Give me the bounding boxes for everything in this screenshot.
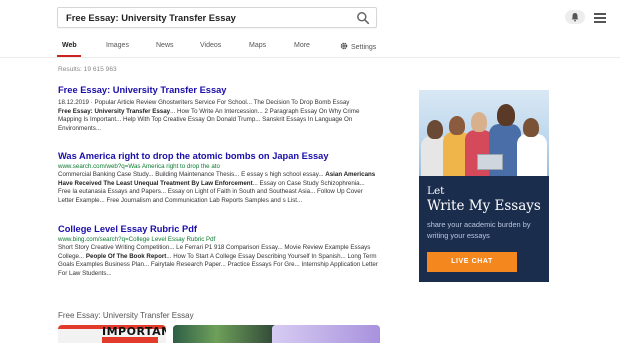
menu-icon[interactable] [594,13,606,23]
result-url[interactable]: www.bing.com/search?q=College Level Essa… [58,236,378,243]
result-snippet: Commercial Banking Case Study... Buildin… [58,171,378,205]
tab-more[interactable]: More [294,42,310,49]
search-result: College Level Essay Rubric Pdf www.bing.… [58,224,378,278]
related-image-thumb[interactable]: IMPORTANT [58,325,166,343]
live-chat-button[interactable]: LIVE CHAT [427,252,517,272]
active-tab-indicator [57,55,81,57]
result-url[interactable]: www.search.com/web?q=Was America right t… [58,163,378,170]
results-count: Results: 19 615 963 [58,66,117,73]
bell-icon[interactable] [565,10,585,24]
tab-settings-label: Settings [351,44,377,51]
search-query[interactable]: Free Essay: University Transfer Essay [66,12,236,23]
snippet-text: 18.12.2019 · Popular Article Review Ghos… [58,99,350,106]
tab-settings[interactable]: Settings [340,42,376,51]
ad-headline: Write My Essays [427,198,541,214]
ad-subtitle: share your academic burden by writing yo… [427,220,531,240]
snippet-highlight: Free Essay: University Transfer Essay [58,107,171,115]
result-title[interactable]: Was America right to drop the atomic bom… [58,151,378,161]
tab-web[interactable]: Web [62,42,77,49]
students-photo [419,90,549,176]
related-images-strip: IMPORTANT [58,325,448,343]
snippet-text: Commercial Banking Case Study... Buildin… [58,171,324,178]
nav-tabs: Web Images News Videos Maps More Setting… [0,36,620,58]
result-snippet: Short Story Creative Writing Competition… [58,244,378,278]
tab-videos[interactable]: Videos [200,42,221,49]
gear-icon [340,42,348,50]
ad-headline-small: Let [427,185,445,197]
related-image-thumb[interactable] [173,325,281,343]
search-input[interactable]: Free Essay: University Transfer Essay [57,7,377,28]
search-result: Free Essay: University Transfer Essay 18… [58,85,378,133]
tab-maps[interactable]: Maps [249,42,266,49]
top-bar: Free Essay: University Transfer Essay [0,0,620,36]
tab-images[interactable]: Images [106,42,129,49]
result-title[interactable]: College Level Essay Rubric Pdf [58,224,378,234]
search-result: Was America right to drop the atomic bom… [58,151,378,205]
search-icon[interactable] [356,11,370,25]
result-snippet: 18.12.2019 · Popular Article Review Ghos… [58,99,378,133]
result-title[interactable]: Free Essay: University Transfer Essay [58,85,378,95]
related-images-label: Free Essay: University Transfer Essay [58,311,194,320]
ad-banner[interactable]: Let Write My Essays share your academic … [419,90,549,282]
related-image-thumb[interactable] [272,325,380,343]
snippet-highlight: People Of The Book Report [85,252,167,260]
tab-news[interactable]: News [156,42,174,49]
